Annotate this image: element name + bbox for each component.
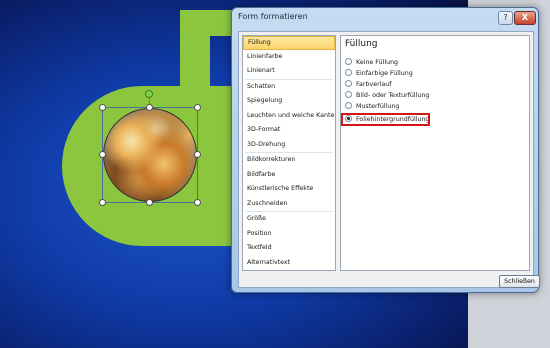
radio-button[interactable] bbox=[345, 101, 352, 109]
category-item-3d-drehung[interactable]: 3D-Drehung bbox=[243, 138, 335, 153]
category-item-fuellung[interactable]: Füllung bbox=[243, 36, 335, 50]
radio-button[interactable] bbox=[345, 79, 352, 87]
radio-button[interactable] bbox=[345, 90, 352, 98]
close-icon[interactable]: X bbox=[514, 11, 536, 25]
format-shape-dialog: Form formatieren ? X Füllung Linienfarbe… bbox=[231, 7, 540, 293]
resize-handle-w[interactable] bbox=[99, 151, 106, 158]
category-item-groesse[interactable]: Größe bbox=[243, 212, 335, 227]
category-item-linienart[interactable]: Linienart bbox=[243, 64, 335, 79]
dialog-title: Form formatieren bbox=[238, 12, 308, 21]
selection-box bbox=[102, 107, 198, 203]
category-item-bildkorrekturen[interactable]: Bildkorrekturen bbox=[243, 153, 335, 168]
category-item-schatten[interactable]: Schatten bbox=[243, 80, 335, 95]
dialog-body: Füllung Linienfarbe Linienart Schatten S… bbox=[238, 31, 540, 288]
category-item-linienfarbe[interactable]: Linienfarbe bbox=[243, 50, 335, 65]
category-item-bildfarbe[interactable]: Bildfarbe bbox=[243, 168, 335, 183]
resize-handle-se[interactable] bbox=[194, 199, 201, 206]
resize-handle-sw[interactable] bbox=[99, 199, 106, 206]
resize-handle-e[interactable] bbox=[194, 151, 201, 158]
resize-handle-nw[interactable] bbox=[99, 104, 106, 111]
radio-option-farbverlauf[interactable]: Farbverlauf bbox=[345, 79, 392, 90]
category-item-alternativtext[interactable]: Alternativtext bbox=[243, 256, 335, 271]
radio-label: Einfarbige Füllung bbox=[356, 70, 413, 77]
category-item-kuenstlerische-effekte[interactable]: Künstlerische Effekte bbox=[243, 182, 335, 197]
fill-panel: Füllung Keine Füllung Einfarbige Füllung… bbox=[340, 35, 530, 271]
radio-option-keine-fuellung[interactable]: Keine Füllung bbox=[345, 57, 398, 68]
resize-handle-n[interactable] bbox=[146, 104, 153, 111]
help-button[interactable]: ? bbox=[498, 11, 513, 25]
category-item-3d-format[interactable]: 3D-Format bbox=[243, 123, 335, 138]
radio-label: Bild- oder Texturfüllung bbox=[356, 92, 430, 99]
category-item-zuschneiden[interactable]: Zuschneiden bbox=[243, 197, 335, 212]
category-item-spiegelung[interactable]: Spiegelung bbox=[243, 94, 335, 109]
resize-handle-ne[interactable] bbox=[194, 104, 201, 111]
category-item-leuchten[interactable]: Leuchten und weiche Kanten bbox=[243, 109, 335, 124]
dialog-titlebar[interactable]: Form formatieren ? X bbox=[232, 8, 538, 30]
radio-button[interactable] bbox=[345, 57, 352, 65]
radio-button[interactable] bbox=[345, 68, 352, 76]
category-item-position[interactable]: Position bbox=[243, 227, 335, 242]
radio-option-musterfuellung[interactable]: Musterfüllung bbox=[345, 101, 399, 112]
category-list: Füllung Linienfarbe Linienart Schatten S… bbox=[242, 35, 336, 271]
green-shape-stem bbox=[180, 12, 210, 92]
radio-option-einfarbige-fuellung[interactable]: Einfarbige Füllung bbox=[345, 68, 413, 79]
close-button[interactable]: Schließen bbox=[499, 275, 540, 288]
category-item-textfeld[interactable]: Textfeld bbox=[243, 241, 335, 256]
radio-label: Keine Füllung bbox=[356, 59, 399, 66]
radio-option-bild-textur[interactable]: Bild- oder Texturfüllung bbox=[345, 90, 429, 101]
rotation-handle[interactable] bbox=[145, 90, 153, 98]
radio-label: Farbverlauf bbox=[356, 81, 392, 88]
highlight-annotation bbox=[341, 113, 430, 126]
panel-title: Füllung bbox=[345, 39, 378, 49]
resize-handle-s[interactable] bbox=[146, 199, 153, 206]
radio-label: Musterfüllung bbox=[356, 103, 400, 110]
